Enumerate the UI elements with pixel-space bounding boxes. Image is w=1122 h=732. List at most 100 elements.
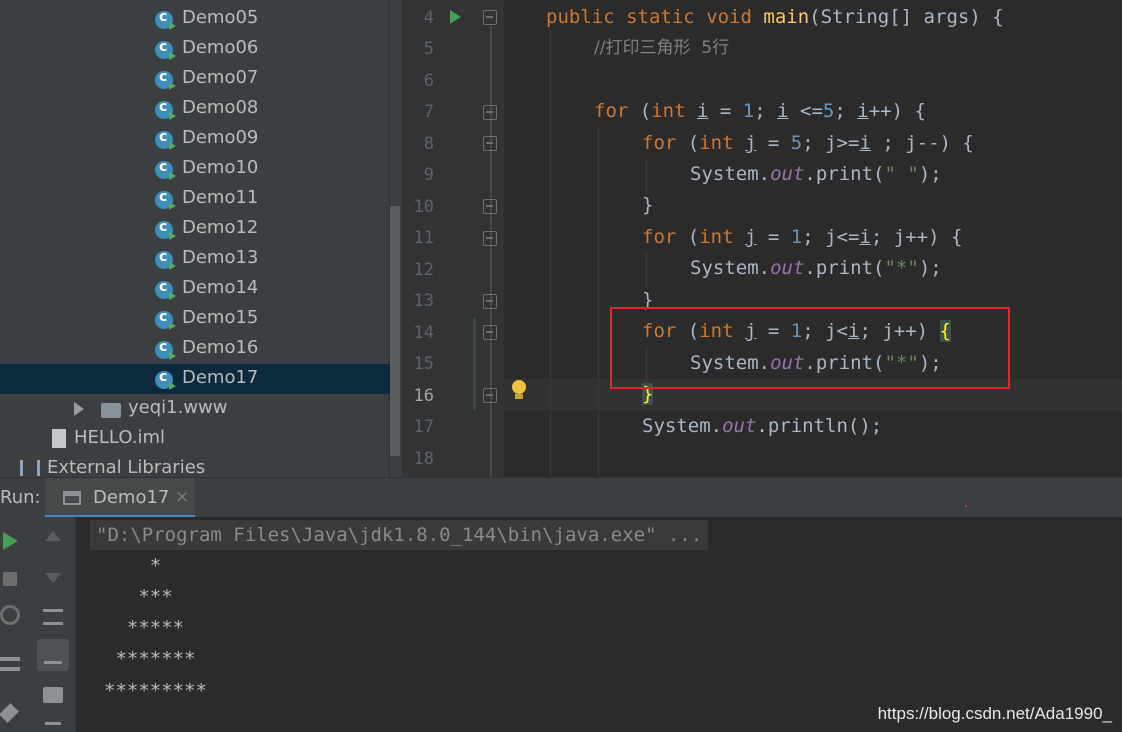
line-number: 7	[423, 102, 434, 122]
line-number: 4	[423, 8, 434, 28]
code-line-5: //打印三角形 5行	[594, 38, 730, 58]
fold-icon[interactable]	[483, 10, 497, 25]
marker-dot	[965, 505, 967, 507]
tree-scrollbar[interactable]	[390, 206, 400, 456]
console-output-line: *	[104, 555, 162, 577]
line-number: 9	[423, 165, 434, 185]
line-number: 14	[413, 323, 434, 343]
java-class-icon	[155, 159, 176, 180]
code-line-12: System.out.print("*");	[690, 257, 942, 279]
java-class-icon	[155, 279, 176, 300]
tree-item-demo07[interactable]: Demo07	[0, 64, 390, 94]
watermark-text: https://blog.csdn.net/Ada1990_	[877, 704, 1112, 723]
stop-icon[interactable]	[3, 572, 17, 586]
pin-icon[interactable]	[0, 703, 19, 723]
tree-item-demo15[interactable]: Demo15	[0, 304, 390, 334]
tree-item-folder[interactable]: yeqi1.www	[0, 394, 390, 424]
print-icon[interactable]	[43, 687, 63, 703]
run-toolbar-left	[0, 517, 28, 732]
java-class-icon	[155, 99, 176, 120]
java-class-icon	[155, 309, 176, 330]
console-output-line: *********	[104, 680, 207, 702]
expand-arrow-icon[interactable]	[74, 402, 84, 416]
tree-item-iml[interactable]: HELLO.iml	[0, 424, 390, 454]
line-number: 6	[423, 71, 434, 91]
tree-item-demo05[interactable]: Demo05	[0, 4, 390, 34]
arrow-down-icon[interactable]	[45, 573, 61, 583]
java-class-icon	[155, 39, 176, 60]
tree-item-demo16[interactable]: Demo16	[0, 334, 390, 364]
code-line-4: public static void main(String[] args) {	[546, 6, 1004, 28]
console-output-line: ***	[104, 586, 173, 608]
layout-icon[interactable]	[0, 657, 20, 671]
tree-item-demo13[interactable]: Demo13	[0, 244, 390, 274]
java-class-icon	[155, 339, 176, 360]
run-panel-header: Run: Demo17 ×	[0, 477, 1122, 518]
scroll-to-end-icon	[44, 646, 62, 664]
console-command-line: "D:\Program Files\Java\jdk1.8.0_144\bin\…	[90, 520, 709, 550]
tree-item-demo14[interactable]: Demo14	[0, 274, 390, 304]
java-class-icon	[155, 129, 176, 150]
close-icon[interactable]: ×	[175, 487, 189, 507]
run-main-icon[interactable]	[450, 10, 461, 24]
line-number: 11	[413, 228, 434, 248]
java-class-icon	[155, 69, 176, 90]
project-tree: Demo05 Demo06 Demo07 Demo08 Demo09 Demo1…	[0, 0, 402, 477]
run-tab-label: Demo17	[93, 487, 170, 508]
fold-icon[interactable]	[483, 388, 497, 403]
tree-item-external-libraries[interactable]: External Libraries	[0, 454, 390, 477]
line-number: 15	[413, 354, 434, 374]
code-line-9: System.out.print(" ");	[690, 163, 942, 185]
tree-item-demo12[interactable]: Demo12	[0, 214, 390, 244]
fold-icon[interactable]	[483, 325, 497, 340]
tree-item-demo08[interactable]: Demo08	[0, 94, 390, 124]
console-icon	[63, 491, 81, 505]
fold-icon[interactable]	[483, 199, 497, 214]
fold-icon[interactable]	[483, 231, 497, 246]
run-panel-title: Run:	[0, 487, 41, 508]
tree-item-demo11[interactable]: Demo11	[0, 184, 390, 214]
scroll-to-end-button[interactable]	[37, 639, 69, 671]
code-editor[interactable]: 4 5 6 7 8 9 10 11 12 13 14 15 16 17 18 p…	[402, 0, 1122, 477]
code-line-11: for (int j = 1; j<=i; j++) {	[642, 226, 963, 248]
console-output-line: *******	[104, 648, 196, 670]
console-output-line: *****	[104, 617, 185, 639]
highlight-annotation-box	[610, 307, 1010, 389]
java-class-icon	[155, 9, 176, 30]
fold-icon[interactable]	[483, 294, 497, 309]
indent-guide	[646, 158, 647, 194]
debug-icon[interactable]	[0, 605, 20, 625]
code-line-7: for (int i = 1; i <=5; i++) {	[594, 100, 926, 122]
tree-item-demo09[interactable]: Demo09	[0, 124, 390, 154]
line-number: 5	[423, 39, 434, 59]
run-tab-demo17[interactable]: Demo17 ×	[45, 478, 195, 518]
line-number: 8	[423, 134, 434, 154]
delete-icon[interactable]	[45, 722, 61, 732]
line-number: 17	[413, 417, 434, 437]
java-class-icon	[155, 369, 176, 390]
line-number: 18	[413, 449, 434, 469]
line-number-current: 16	[413, 386, 434, 406]
run-toolbar	[28, 517, 76, 732]
indent-guide	[598, 126, 599, 477]
soft-wrap-icon[interactable]	[43, 609, 63, 625]
lightbulb-icon[interactable]	[510, 380, 528, 402]
fold-icon[interactable]	[483, 105, 497, 120]
line-number: 13	[413, 291, 434, 311]
java-class-icon	[155, 249, 176, 270]
indent-guide	[550, 30, 551, 477]
tree-item-demo06[interactable]: Demo06	[0, 34, 390, 64]
line-number: 12	[413, 260, 434, 280]
java-class-icon	[155, 219, 176, 240]
code-line-10: }	[642, 194, 654, 216]
rerun-icon[interactable]	[3, 532, 18, 550]
console-output[interactable]: "D:\Program Files\Java\jdk1.8.0_144\bin\…	[76, 517, 1122, 732]
tree-item-demo17[interactable]: Demo17	[0, 364, 390, 394]
arrow-up-icon[interactable]	[45, 531, 61, 541]
tree-item-demo10[interactable]: Demo10	[0, 154, 390, 184]
folder-icon	[101, 403, 121, 418]
line-number: 10	[413, 197, 434, 217]
fold-icon[interactable]	[483, 136, 497, 151]
code-line-8: for (int j = 5; j>=i ; j--) {	[642, 132, 974, 154]
code-line-17: System.out.println();	[642, 415, 883, 437]
